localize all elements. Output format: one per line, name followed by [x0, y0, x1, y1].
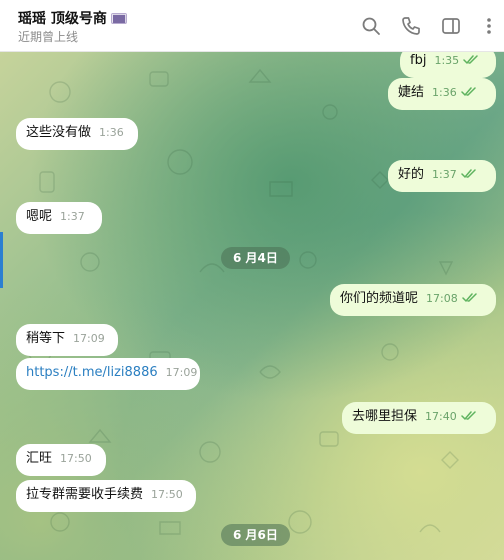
- message-text: 汇旺: [26, 451, 53, 466]
- message-time: 17:09: [165, 366, 198, 379]
- title-badge: ▇▇: [110, 12, 128, 24]
- message-bubble-incoming[interactable]: 稍等下 17:09: [16, 324, 118, 356]
- message-text: 好的: [398, 167, 425, 182]
- read-receipt-icon: [460, 87, 477, 97]
- message-time: 17:09: [73, 332, 105, 345]
- message-time: 17:40: [425, 410, 457, 423]
- message-time: 1:37: [432, 168, 457, 181]
- message-bubble-outgoing[interactable]: 婕结 1:36: [388, 78, 496, 110]
- message-time: 1:36: [99, 126, 124, 139]
- selection-accent: [0, 232, 3, 288]
- read-receipt-icon: [463, 55, 479, 65]
- message-text: 稍等下: [26, 331, 66, 346]
- read-receipt-icon: [460, 411, 477, 421]
- phone-icon[interactable]: [400, 15, 422, 37]
- message-time: 1:37: [60, 210, 85, 223]
- message-link[interactable]: https://t.me/lizi8886: [26, 365, 158, 380]
- message-time: 17:50: [60, 452, 92, 465]
- last-seen-status: 近期曾上线: [18, 30, 79, 44]
- message-text: 拉专群需要收手续费: [26, 487, 144, 502]
- message-bubble-incoming[interactable]: 这些没有做 1:36: [16, 118, 138, 150]
- message-bubble-outgoing[interactable]: 好的 1:37: [388, 160, 496, 192]
- read-receipt-icon: [461, 293, 478, 303]
- search-icon[interactable]: [360, 15, 382, 37]
- message-time: 17:50: [151, 488, 183, 501]
- message-text: 这些没有做: [26, 125, 92, 140]
- sidebar-toggle-icon[interactable]: [440, 15, 462, 37]
- message-text: 婕结: [398, 85, 425, 100]
- message-bubble-incoming[interactable]: 嗯呢 1:37: [16, 202, 102, 234]
- date-separator: 6 月6日: [221, 524, 290, 546]
- message-bubble-incoming[interactable]: https://t.me/lizi8886 17:09: [16, 358, 200, 390]
- read-receipt-icon: [460, 169, 477, 179]
- message-time: 1:35: [434, 54, 460, 67]
- message-bubble-incoming[interactable]: 汇旺 17:50: [16, 444, 106, 476]
- chat-header: 瑶瑶 顶级号商 ▇▇ 近期曾上线: [0, 0, 504, 52]
- message-text: 你们的频道呢: [340, 291, 419, 306]
- chat-title[interactable]: 瑶瑶 顶级号商: [18, 8, 107, 28]
- chat-title-row[interactable]: 瑶瑶 顶级号商 ▇▇: [18, 8, 128, 28]
- more-vertical-icon[interactable]: [478, 15, 500, 37]
- message-text: fbj: [410, 53, 427, 68]
- message-text: 去哪里担保: [352, 409, 418, 424]
- message-bubble-outgoing[interactable]: fbj 1:35: [400, 52, 496, 78]
- message-bubble-outgoing[interactable]: 去哪里担保 17:40: [342, 402, 496, 434]
- message-bubble-outgoing[interactable]: 你们的频道呢 17:08: [330, 284, 496, 316]
- message-time: 1:36: [432, 86, 457, 99]
- date-separator: 6 月4日: [221, 247, 290, 269]
- message-list[interactable]: fbj 1:35 婕结 1:36 这些没有做 1:36 好的 1:37 嗯呢 1:37 6…: [0, 52, 504, 560]
- message-bubble-incoming[interactable]: 拉专群需要收手续费 17:50: [16, 480, 196, 512]
- message-text: 嗯呢: [26, 209, 53, 224]
- message-time: 17:08: [426, 292, 458, 305]
